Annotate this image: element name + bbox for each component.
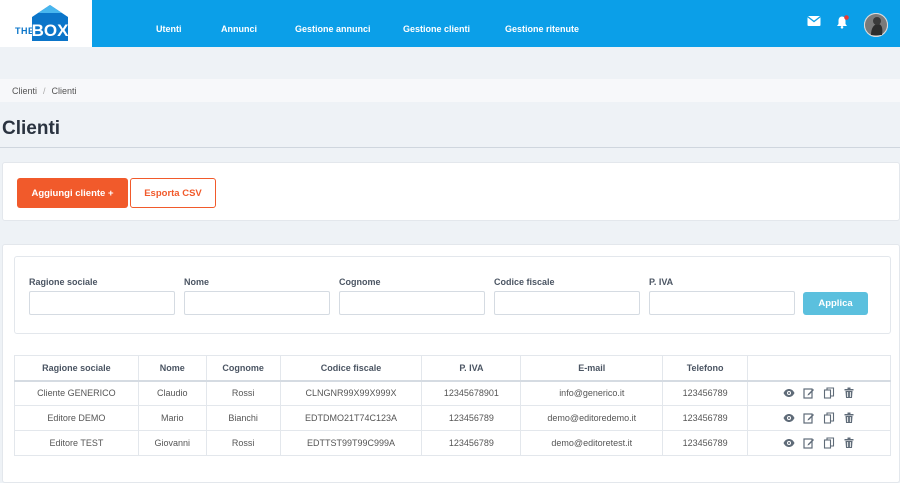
- column-header-telefono: Telefono: [662, 355, 749, 382]
- filter-cognome-input[interactable]: [339, 291, 485, 315]
- logo-house-icon: BOX: [32, 5, 70, 41]
- apply-filters-button[interactable]: Applica: [803, 292, 868, 315]
- cell-cognome: Rossi: [205, 380, 281, 406]
- table-body: Cliente GENERICO Claudio Rossi CLNGNR99X99X…: [14, 380, 891, 456]
- edit-icon[interactable]: [803, 412, 815, 424]
- breadcrumb-separator: /: [43, 86, 46, 96]
- filter-label-ragione-sociale: Ragione sociale: [29, 277, 98, 287]
- breadcrumb: Clienti / Clienti: [0, 79, 900, 102]
- edit-icon[interactable]: [803, 437, 815, 449]
- top-navbar: THE BOX Utenti Annunci Gestione annunci …: [0, 0, 900, 47]
- cell-piva: 123456789: [421, 405, 522, 431]
- logo[interactable]: THE BOX: [0, 0, 92, 47]
- filter-label-piva: P. IVA: [649, 277, 674, 287]
- table-row: Editore DEMO Mario Bianchi EDTDMO21T74C123A…: [14, 405, 891, 431]
- table-header-row: Ragione sociale Nome Cognome Codice fiscale…: [14, 355, 891, 382]
- nav-item-gestione-ritenute[interactable]: Gestione ritenute: [505, 24, 579, 34]
- copy-icon[interactable]: [823, 437, 835, 449]
- cell-telefono: 123456789: [662, 405, 749, 431]
- eye-icon[interactable]: [783, 387, 795, 399]
- user-avatar[interactable]: [864, 13, 888, 37]
- cell-ragione-sociale: Cliente GENERICO: [14, 380, 139, 406]
- filter-label-nome: Nome: [184, 277, 210, 287]
- edit-icon[interactable]: [803, 387, 815, 399]
- logo-box-text: BOX: [32, 21, 70, 40]
- cell-email: info@generico.it: [520, 380, 664, 406]
- column-header-actions: [747, 355, 891, 382]
- eye-icon[interactable]: [783, 437, 795, 449]
- cell-email: demo@editoretest.it: [520, 430, 664, 456]
- cell-codice-fiscale: EDTDMO21T74C123A: [279, 405, 423, 431]
- nav-item-gestione-clienti[interactable]: Gestione clienti: [403, 24, 470, 34]
- cell-piva: 12345678901: [421, 380, 522, 406]
- cell-actions: [747, 405, 891, 431]
- table-row: Editore TEST Giovanni Rossi EDTTST99T99C999…: [14, 430, 891, 456]
- breadcrumb-item-current: Clienti: [51, 86, 77, 96]
- action-card: Aggiungi cliente + Esporta CSV: [2, 162, 900, 221]
- filter-codice-fiscale-input[interactable]: [494, 291, 640, 315]
- cell-cognome: Rossi: [205, 430, 281, 456]
- title-divider: [0, 147, 900, 148]
- cell-nome: Claudio: [137, 380, 207, 406]
- nav-item-annunci[interactable]: Annunci: [221, 24, 257, 34]
- breadcrumb-item-parent[interactable]: Clienti: [12, 86, 37, 96]
- cell-ragione-sociale: Editore DEMO: [14, 405, 139, 431]
- cell-telefono: 123456789: [662, 430, 749, 456]
- cell-nome: Giovanni: [137, 430, 207, 456]
- copy-icon[interactable]: [823, 412, 835, 424]
- column-header-ragione-sociale: Ragione sociale: [14, 355, 139, 382]
- cell-nome: Mario: [137, 405, 207, 431]
- page-title: Clienti: [2, 118, 61, 139]
- filter-label-codice-fiscale: Codice fiscale: [494, 277, 555, 287]
- add-client-button[interactable]: Aggiungi cliente +: [17, 178, 128, 208]
- eye-icon[interactable]: [783, 412, 795, 424]
- notification-dot: [844, 15, 849, 20]
- nav-item-gestione-annunci[interactable]: Gestione annunci: [295, 24, 371, 34]
- trash-icon[interactable]: [843, 387, 855, 399]
- column-header-nome: Nome: [137, 355, 207, 382]
- filter-label-cognome: Cognome: [339, 277, 381, 287]
- cell-telefono: 123456789: [662, 380, 749, 406]
- cell-piva: 123456789: [421, 430, 522, 456]
- nav-item-utenti[interactable]: Utenti: [156, 24, 182, 34]
- table-row: Cliente GENERICO Claudio Rossi CLNGNR99X99X…: [14, 380, 891, 406]
- column-header-piva: P. IVA: [421, 355, 522, 382]
- clients-table: Ragione sociale Nome Cognome Codice fiscale…: [14, 355, 891, 456]
- cell-ragione-sociale: Editore TEST: [14, 430, 139, 456]
- filter-piva-input[interactable]: [649, 291, 795, 315]
- trash-icon[interactable]: [843, 412, 855, 424]
- cell-codice-fiscale: CLNGNR99X99X999X: [279, 380, 423, 406]
- bell-icon[interactable]: [835, 15, 849, 29]
- column-header-cognome: Cognome: [205, 355, 281, 382]
- column-header-email: E-mail: [520, 355, 664, 382]
- column-header-codice-fiscale: Codice fiscale: [279, 355, 423, 382]
- avatar-photo-icon: [864, 13, 888, 37]
- copy-icon[interactable]: [823, 387, 835, 399]
- cell-actions: [747, 430, 891, 456]
- cell-actions: [747, 380, 891, 406]
- trash-icon[interactable]: [843, 437, 855, 449]
- cell-codice-fiscale: EDTTST99T99C999A: [279, 430, 423, 456]
- mail-icon[interactable]: [807, 14, 821, 28]
- clients-card: Ragione sociale Nome Cognome Codice fisc…: [2, 244, 900, 483]
- cell-cognome: Bianchi: [205, 405, 281, 431]
- filter-nome-input[interactable]: [184, 291, 330, 315]
- export-csv-button[interactable]: Esporta CSV: [130, 178, 216, 208]
- filter-panel: Ragione sociale Nome Cognome Codice fisc…: [14, 256, 891, 334]
- filter-ragione-sociale-input[interactable]: [29, 291, 175, 315]
- cell-email: demo@editoredemo.it: [520, 405, 664, 431]
